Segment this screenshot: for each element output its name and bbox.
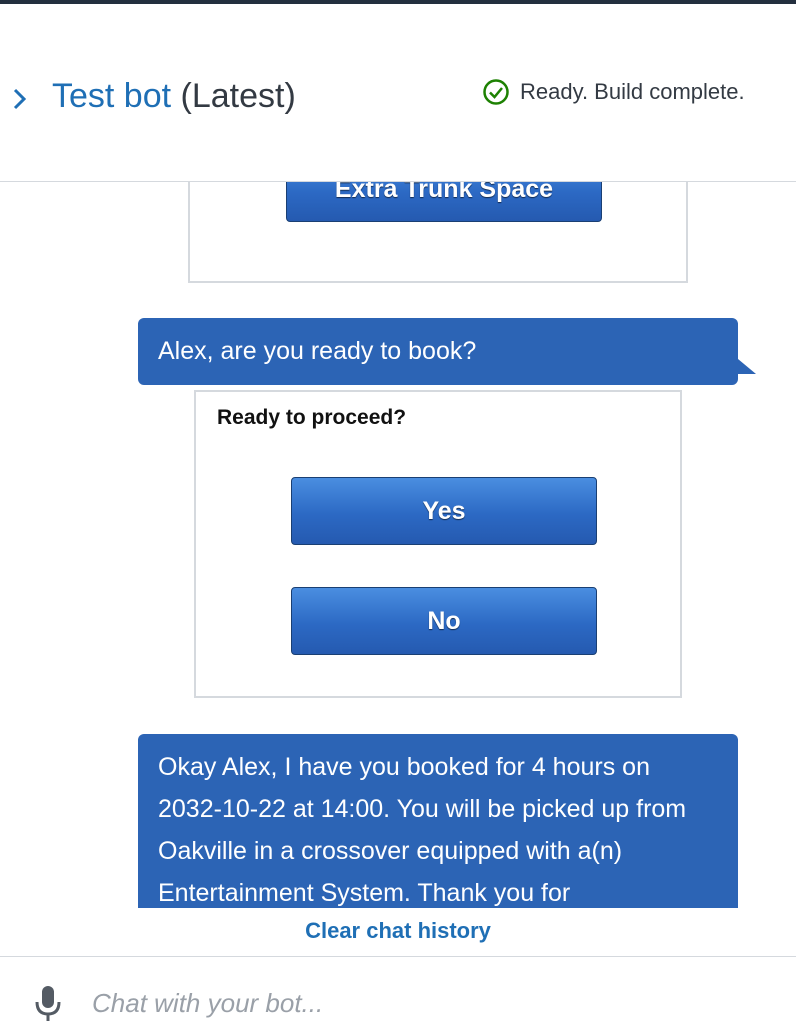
clear-chat-history-link[interactable]: Clear chat history — [0, 918, 796, 944]
message-tail — [732, 354, 756, 374]
yes-button[interactable]: Yes — [291, 477, 597, 545]
response-card: Ready to proceed? Yes No — [194, 390, 682, 698]
bot-message: Okay Alex, I have you booked for 4 hours… — [138, 734, 738, 908]
no-button[interactable]: No — [291, 587, 597, 655]
bot-message: Alex, are you ready to book? — [138, 318, 738, 385]
chat-input[interactable] — [92, 983, 772, 1023]
status-text: Ready. Build complete. — [520, 79, 745, 104]
version-label: (Latest) — [180, 77, 296, 115]
extra-trunk-space-button[interactable]: Extra Trunk Space — [286, 182, 602, 222]
microphone-icon[interactable] — [34, 985, 62, 1023]
test-bot-link[interactable]: Test bot — [52, 77, 171, 115]
panel-title: Test bot (Latest) — [52, 76, 296, 116]
chevron-right-icon[interactable] — [10, 86, 30, 112]
chat-window[interactable]: Extra Trunk Space Alex, are you ready to… — [0, 182, 796, 908]
test-bot-header: Test bot (Latest) Ready. Build complete. — [0, 4, 796, 182]
chat-input-bar — [0, 956, 796, 1034]
response-card: Extra Trunk Space — [188, 182, 688, 283]
build-status: Ready. Build complete. — [482, 76, 745, 108]
card-title: Ready to proceed? — [217, 406, 407, 429]
check-circle-icon — [483, 79, 509, 105]
